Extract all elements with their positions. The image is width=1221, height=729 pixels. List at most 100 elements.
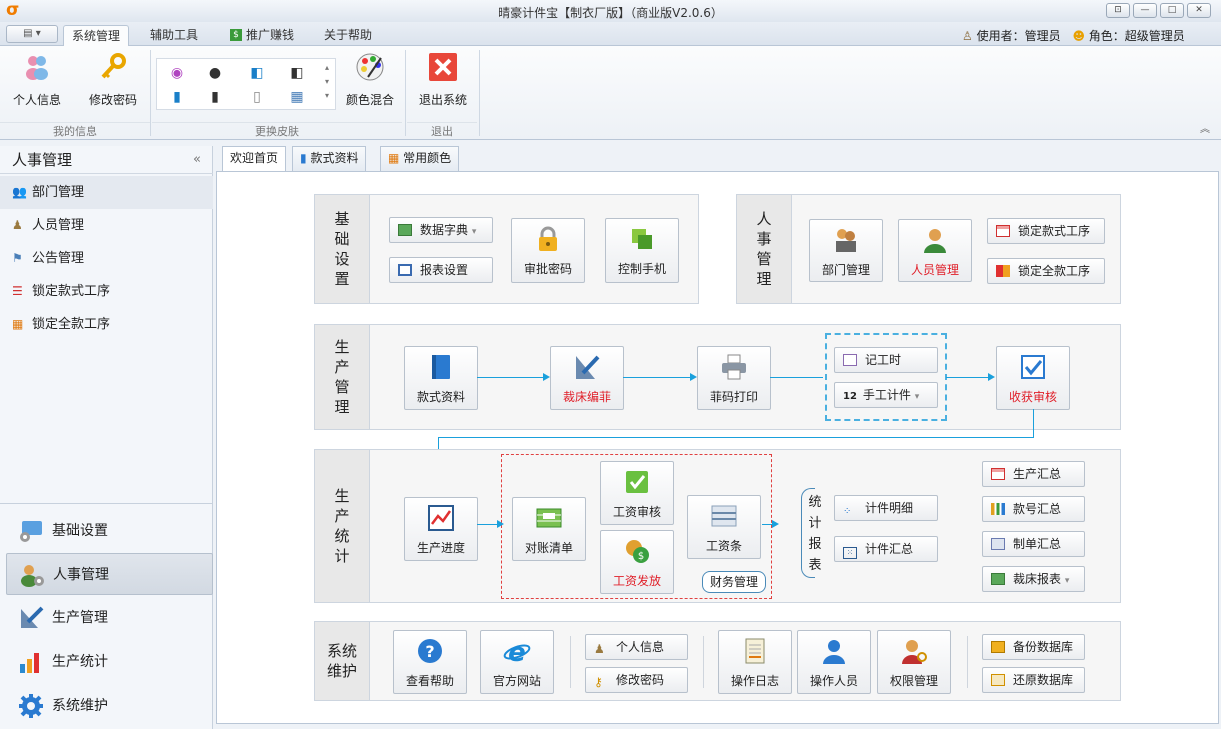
lock-style-process-button[interactable]: 锁定款式工序: [987, 218, 1105, 244]
report-settings-button[interactable]: 报表设置: [389, 257, 493, 283]
app-menu-button[interactable]: ▤ ▾: [6, 25, 58, 43]
wage-check-button[interactable]: 工资审核: [600, 461, 674, 525]
skin-2-icon[interactable]: ●: [203, 63, 227, 83]
list-icon: [991, 468, 1005, 480]
piece-summary-button[interactable]: ⁙ 计件汇总: [834, 536, 938, 562]
restore-db-button[interactable]: 还原数据库: [982, 667, 1085, 693]
nav-system-maint[interactable]: 系统维护: [6, 685, 213, 727]
gallery-scroll-icon[interactable]: ▴ ▾ ▾: [325, 61, 329, 103]
cut-report-button[interactable]: 裁床报表 ▾: [982, 566, 1085, 592]
restore-db-label: 还原数据库: [1013, 673, 1074, 687]
person-icon: [924, 229, 946, 253]
order-summary-button[interactable]: 制单汇总: [982, 531, 1085, 557]
manual-piece-label: 手工计件: [862, 388, 911, 402]
reconcile-button[interactable]: 对账清单: [512, 497, 586, 561]
sidebar-title-text: 人事管理: [12, 151, 73, 169]
sidebar-item-lock-all[interactable]: ▦ 锁定全款工序: [0, 308, 213, 341]
operation-log-button[interactable]: 操作日志: [718, 630, 792, 694]
panel-label: 生产管理: [315, 325, 370, 429]
cut-bed-button[interactable]: 裁床编菲: [550, 346, 624, 410]
panel-maintenance: 系统维护 ? 查看帮助 e 官方网站 ♟ 个人信息 ⚷ 修改密码 操作日志 操作人员…: [314, 621, 1121, 701]
nav-production[interactable]: 生产管理: [6, 597, 213, 639]
tab-label: 款式资料: [310, 151, 359, 165]
skin-8-icon[interactable]: ▦: [285, 87, 309, 107]
tab-style-data[interactable]: ▮ 款式资料: [292, 146, 367, 171]
hr-icon: [21, 565, 44, 587]
color-mix-button[interactable]: 颜色混合: [340, 52, 400, 108]
profile-button[interactable]: 个人信息: [4, 52, 70, 108]
progress-button[interactable]: 生产进度: [404, 497, 478, 561]
lock-all-process-button[interactable]: 锁定全款工序: [987, 258, 1105, 284]
skin-4-icon[interactable]: ◧: [285, 63, 309, 83]
style-data-label: 款式资料: [416, 390, 465, 404]
hr-staff-button[interactable]: 人员管理: [898, 219, 972, 282]
change-password-button[interactable]: 修改密码: [80, 52, 146, 108]
manual-piece-button[interactable]: 12 手工计件 ▾: [834, 382, 938, 408]
payslip-button[interactable]: 工资条: [687, 495, 761, 559]
line-chart-icon: [428, 505, 454, 531]
phone-control-icon: [632, 229, 652, 249]
backup-db-button[interactable]: 备份数据库: [982, 634, 1085, 660]
style-summary-button[interactable]: 款号汇总: [982, 496, 1085, 522]
panel-label-text: 基础设置: [334, 210, 350, 288]
approve-password-button[interactable]: 审批密码: [511, 218, 585, 283]
payslip-icon: [711, 505, 737, 527]
receipt-check-button[interactable]: 收获审核: [996, 346, 1070, 410]
skin-7-icon[interactable]: ▯: [245, 87, 269, 107]
sidebar-item-lock-style[interactable]: ☰ 锁定款式工序: [0, 275, 213, 308]
tab-system[interactable]: 系统管理: [63, 25, 130, 46]
nav-label: 生产统计: [52, 654, 108, 670]
panel-statistics: 生产统计 生产进度 对账清单 工资审核 $ 工资发放 工资条 财务管理 统计报表…: [314, 449, 1121, 603]
profile-small-button[interactable]: ♟ 个人信息: [585, 634, 688, 660]
nav-hr[interactable]: 人事管理: [6, 553, 213, 595]
profile-label: 个人信息: [12, 93, 61, 107]
sidebar-item-label: 锁定全款工序: [32, 317, 111, 332]
collapse-sidebar-icon[interactable]: «: [193, 146, 201, 174]
data-dict-button[interactable]: 数据字典 ▾: [389, 217, 493, 243]
website-button[interactable]: e 官方网站: [480, 630, 554, 694]
tab-help[interactable]: 关于帮助: [316, 25, 380, 46]
skin-1-icon[interactable]: ◉: [165, 63, 189, 83]
sidebar-item-department[interactable]: 👥 部门管理: [0, 176, 213, 209]
label-print-button[interactable]: 菲码打印: [697, 346, 771, 410]
lock-style-icon: ☰: [12, 284, 23, 298]
settings-icon: [20, 521, 42, 542]
record-hours-label: 记工时: [865, 353, 902, 367]
tab-common-colors[interactable]: ▦ 常用颜色: [380, 146, 460, 171]
flow-arrowhead: [988, 373, 995, 381]
minimize-button[interactable]: —: [1133, 3, 1157, 18]
piece-detail-button[interactable]: ⁘ 计件明细: [834, 495, 938, 521]
key-icon: [101, 53, 126, 79]
production-summary-button[interactable]: 生产汇总: [982, 461, 1085, 487]
wage-pay-button[interactable]: $ 工资发放: [600, 530, 674, 594]
key-icon: ⚷: [594, 675, 603, 689]
palette-icon: [356, 53, 384, 81]
skin-6-icon[interactable]: ▮: [203, 87, 227, 107]
hr-dept-button[interactable]: 部门管理: [809, 219, 883, 282]
sidebar-item-announce[interactable]: ⚑ 公告管理: [0, 242, 213, 275]
restore-skin-button[interactable]: ⊡: [1106, 3, 1130, 18]
style-data-button[interactable]: 款式资料: [404, 346, 478, 410]
restore-icon: [991, 674, 1005, 686]
skin-3-icon[interactable]: ◧: [245, 63, 269, 83]
nav-basic-settings[interactable]: 基础设置: [6, 510, 213, 552]
sidebar-item-staff[interactable]: ♟ 人员管理: [0, 209, 213, 242]
sidebar-item-label: 部门管理: [32, 185, 85, 200]
tab-promote[interactable]: $ 推广赚钱: [222, 25, 302, 46]
nav-statistics[interactable]: 生产统计: [6, 641, 213, 683]
tab-welcome[interactable]: 欢迎首页: [222, 146, 287, 172]
operator-button[interactable]: 操作人员: [797, 630, 871, 694]
sidebar-item-label: 人员管理: [32, 218, 85, 233]
password-small-button[interactable]: ⚷ 修改密码: [585, 667, 688, 693]
record-hours-button[interactable]: 记工时: [834, 347, 938, 373]
panel-label-text: 系统维护: [326, 642, 357, 680]
close-button[interactable]: ✕: [1187, 3, 1211, 18]
skin-5-icon[interactable]: ▮: [165, 87, 189, 107]
control-phone-button[interactable]: 控制手机: [605, 218, 679, 283]
tab-tools[interactable]: 辅助工具: [142, 25, 206, 46]
exit-button[interactable]: 退出系统: [412, 52, 474, 108]
permission-button[interactable]: 权限管理: [877, 630, 951, 694]
help-button[interactable]: ? 查看帮助: [393, 630, 467, 694]
collapse-ribbon-icon[interactable]: ︽: [1200, 120, 1210, 135]
maximize-button[interactable]: □: [1160, 3, 1184, 18]
